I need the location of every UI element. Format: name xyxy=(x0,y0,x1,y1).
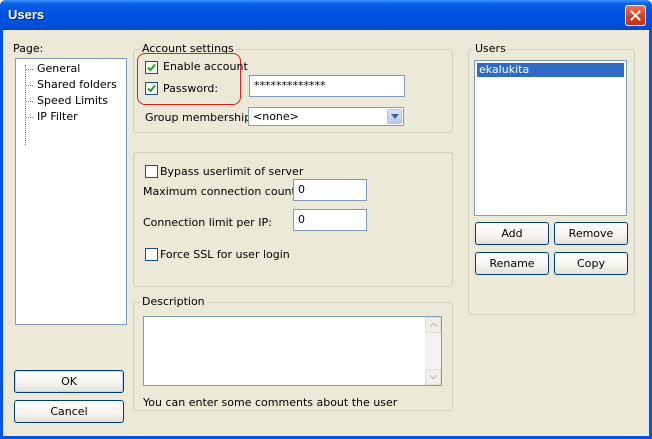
description-hint: You can enter some comments about the us… xyxy=(143,396,398,409)
rename-user-button[interactable]: Rename xyxy=(475,252,549,275)
chevron-up-icon xyxy=(429,323,437,327)
group-membership-value: <none> xyxy=(253,110,299,123)
tree-item-shared-folders[interactable]: Shared folders xyxy=(37,78,117,91)
bypass-userlimit-checkbox[interactable] xyxy=(145,165,158,178)
connection-per-ip-input[interactable]: 0 xyxy=(293,209,367,231)
max-connection-label: Maximum connection count: xyxy=(143,185,300,198)
window-title: Users xyxy=(8,7,45,22)
users-dialog: Users Page: General Shared folders Speed… xyxy=(0,0,652,439)
dialog-client-area: Page: General Shared folders Speed Limit… xyxy=(3,30,649,436)
users-list[interactable]: ekalukita xyxy=(474,60,627,216)
password-checkbox[interactable] xyxy=(145,82,158,95)
description-scrollbar[interactable] xyxy=(425,317,441,385)
password-label: Password: xyxy=(163,82,219,95)
description-textarea[interactable] xyxy=(143,316,442,386)
add-user-button[interactable]: Add xyxy=(475,222,549,245)
copy-user-button[interactable]: Copy xyxy=(554,252,628,275)
enable-account-checkbox[interactable] xyxy=(145,61,158,74)
check-icon xyxy=(147,63,156,72)
close-icon xyxy=(630,10,641,21)
page-label: Page: xyxy=(13,42,44,55)
dropdown-arrow[interactable] xyxy=(387,109,402,124)
chevron-down-icon xyxy=(390,114,399,119)
title-bar[interactable]: Users xyxy=(0,0,652,30)
force-ssl-label: Force SSL for user login xyxy=(160,248,290,261)
group-membership-select[interactable]: <none> xyxy=(248,107,404,126)
close-button[interactable] xyxy=(625,5,646,26)
force-ssl-checkbox[interactable] xyxy=(145,248,158,261)
tree-item-general[interactable]: General xyxy=(37,62,80,75)
tree-item-ip-filter[interactable]: IP Filter xyxy=(37,110,78,123)
bypass-userlimit-label: Bypass userlimit of server xyxy=(160,165,304,178)
description-title: Description xyxy=(140,295,207,308)
scroll-up-button[interactable] xyxy=(425,317,441,333)
check-icon xyxy=(147,84,156,93)
users-title: Users xyxy=(473,42,508,55)
remove-user-button[interactable]: Remove xyxy=(554,222,628,245)
list-item[interactable]: ekalukita xyxy=(477,63,624,77)
max-connection-input[interactable]: 0 xyxy=(293,179,367,201)
password-field[interactable]: ************* xyxy=(249,75,405,97)
group-membership-label: Group membership: xyxy=(145,111,255,124)
ok-button[interactable]: OK xyxy=(14,370,124,393)
cancel-button[interactable]: Cancel xyxy=(14,400,124,423)
scroll-down-button[interactable] xyxy=(425,369,441,385)
enable-account-label: Enable account xyxy=(163,60,248,73)
tree-connector xyxy=(25,65,26,145)
connection-per-ip-label: Connection limit per IP: xyxy=(143,216,272,229)
page-tree[interactable]: General Shared folders Speed Limits IP F… xyxy=(15,58,127,325)
chevron-down-icon xyxy=(429,375,437,379)
tree-item-speed-limits[interactable]: Speed Limits xyxy=(37,94,108,107)
